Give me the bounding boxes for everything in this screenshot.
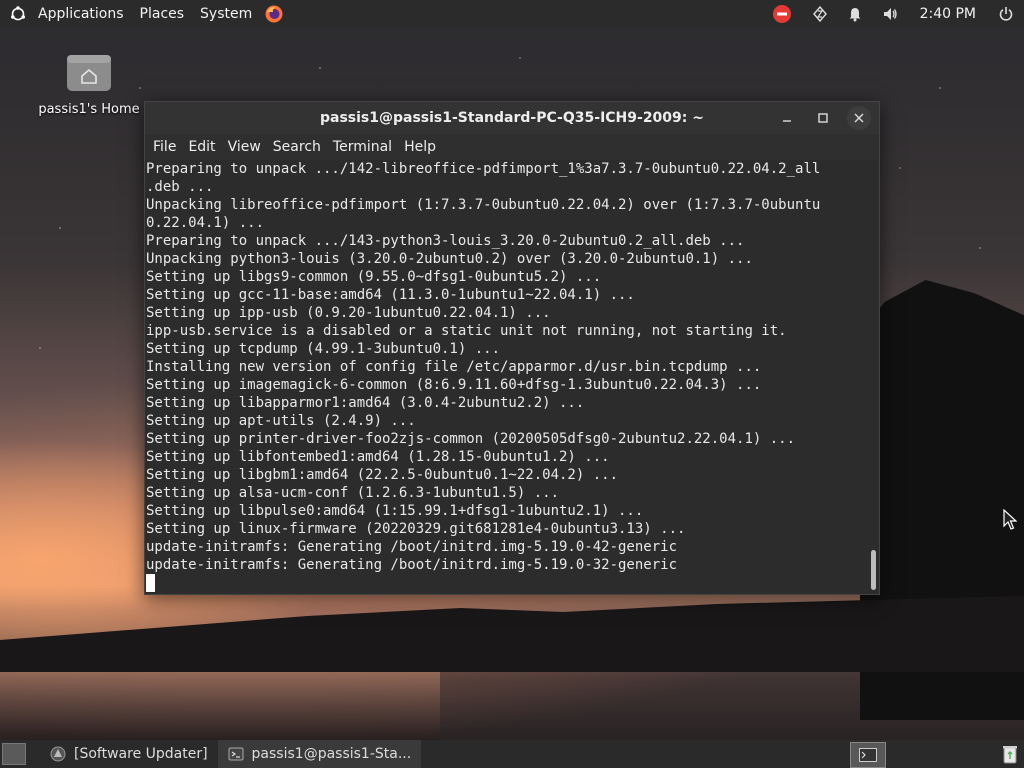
bell-icon bbox=[849, 8, 861, 22]
terminal-line: ipp-usb.service is a disabled or a stati… bbox=[146, 323, 787, 339]
terminal-line: Setting up libgbm1:amd64 (22.2.5-0ubuntu… bbox=[146, 467, 619, 483]
task-label: passis1@passis1-Sta... bbox=[251, 746, 412, 762]
menu-view[interactable]: View bbox=[222, 139, 267, 155]
terminal-line: Preparing to unpack .../143-python3-loui… bbox=[146, 233, 745, 249]
terminal-line: Setting up linux-firmware (20220329.git6… bbox=[146, 521, 686, 537]
network-indicator[interactable] bbox=[802, 0, 838, 28]
power-indicator[interactable] bbox=[988, 0, 1024, 28]
system-tray: 2:40 PM bbox=[762, 0, 1024, 28]
menu-terminal[interactable]: Terminal bbox=[327, 139, 398, 155]
terminal-title: passis1@passis1-Standard-PC-Q35-ICH9-200… bbox=[319, 110, 704, 126]
menu-edit[interactable]: Edit bbox=[182, 139, 221, 155]
terminal-line: Setting up printer-driver-foo2zjs-common… bbox=[146, 431, 796, 447]
text-cursor bbox=[146, 574, 155, 592]
wallpaper-ridge bbox=[0, 596, 1024, 672]
close-icon bbox=[854, 113, 864, 123]
terminal-line: Setting up libfontembed1:amd64 (1.28.15-… bbox=[146, 449, 610, 465]
terminal-output[interactable]: Preparing to unpack .../142-libreoffice-… bbox=[145, 160, 866, 594]
ubuntu-logo-icon[interactable] bbox=[10, 6, 26, 22]
terminal-line: 0.22.04.1) ... bbox=[146, 215, 265, 231]
terminal-line: Setting up libgs9-common (9.55.0~dfsg1-0… bbox=[146, 269, 602, 285]
task-software-updater[interactable]: [Software Updater] bbox=[40, 740, 218, 768]
menu-places[interactable]: Places bbox=[132, 0, 193, 28]
terminal-line: Unpacking libreoffice-pdfimport (1:7.3.7… bbox=[146, 197, 821, 213]
terminal-line: Setting up libapparmor1:amd64 (3.0.4-2ub… bbox=[146, 395, 585, 411]
menu-system[interactable]: System bbox=[192, 0, 260, 28]
terminal-line: .deb ... bbox=[146, 179, 214, 195]
terminal-line: Setting up alsa-ucm-conf (1.2.6.3-1ubunt… bbox=[146, 485, 560, 501]
menu-search[interactable]: Search bbox=[267, 139, 327, 155]
notifications-indicator[interactable] bbox=[838, 0, 872, 28]
terminal-line: update-initramfs: Generating /boot/initr… bbox=[146, 539, 678, 555]
menu-help[interactable]: Help bbox=[398, 139, 442, 155]
software-updater-icon bbox=[50, 746, 66, 762]
minimize-icon bbox=[783, 120, 791, 122]
stop-update-icon bbox=[772, 5, 791, 23]
terminal-scrollbar[interactable] bbox=[871, 550, 876, 590]
maximize-icon bbox=[818, 113, 828, 123]
workspace-switcher[interactable] bbox=[850, 742, 886, 768]
top-panel: Applications Places System 2:40 PM bbox=[0, 0, 1024, 28]
desktop-home-folder[interactable]: passis1's Home bbox=[34, 52, 144, 117]
terminal-line: Setting up libpulse0:amd64 (1:15.99.1+df… bbox=[146, 503, 644, 519]
desktop-home-label: passis1's Home bbox=[38, 102, 140, 117]
terminal-line: Preparing to unpack .../142-libreoffice-… bbox=[146, 161, 821, 177]
terminal-line: update-initramfs: Generating /boot/initr… bbox=[146, 557, 678, 573]
terminal-app-icon bbox=[228, 747, 244, 761]
mouse-pointer-icon bbox=[1003, 509, 1017, 530]
terminal-line: Setting up imagemagick-6-common (8:6.9.1… bbox=[146, 377, 762, 393]
terminal-menubar: File Edit View Search Terminal Help bbox=[145, 134, 879, 160]
network-icon bbox=[812, 6, 827, 22]
firefox-icon[interactable] bbox=[264, 4, 284, 24]
maximize-button[interactable] bbox=[811, 106, 835, 130]
menu-file[interactable]: File bbox=[147, 139, 182, 155]
update-indicator[interactable] bbox=[762, 0, 802, 28]
terminal-line: Setting up tcpdump (4.99.1-3ubuntu0.1) .… bbox=[146, 341, 501, 357]
home-folder-icon bbox=[67, 55, 111, 91]
terminal-thumbnail-icon bbox=[859, 748, 877, 762]
terminal-line: Setting up ipp-usb (0.9.20-1ubuntu0.22.0… bbox=[146, 305, 551, 321]
terminal-line: Setting up apt-utils (2.4.9) ... bbox=[146, 413, 416, 429]
terminal-line: Unpacking python3-louis (3.20.0-2ubuntu0… bbox=[146, 251, 753, 267]
clock[interactable]: 2:40 PM bbox=[908, 6, 988, 22]
show-desktop-button[interactable] bbox=[2, 743, 26, 765]
power-icon bbox=[999, 7, 1013, 21]
window-controls bbox=[775, 106, 871, 130]
task-label: [Software Updater] bbox=[74, 746, 208, 762]
terminal-prompt-line[interactable] bbox=[146, 574, 866, 592]
terminal-window[interactable]: passis1@passis1-Standard-PC-Q35-ICH9-200… bbox=[144, 101, 880, 595]
terminal-line: Setting up gcc-11-base:amd64 (11.3.0-1ub… bbox=[146, 287, 635, 303]
minimize-button[interactable] bbox=[775, 106, 799, 130]
trash-icon[interactable] bbox=[1002, 744, 1018, 764]
volume-indicator[interactable] bbox=[872, 0, 908, 28]
volume-icon bbox=[883, 8, 897, 20]
task-terminal[interactable]: passis1@passis1-Sta... bbox=[217, 740, 422, 768]
close-button[interactable] bbox=[847, 106, 871, 130]
terminal-line: Installing new version of config file /e… bbox=[146, 359, 762, 375]
menu-applications[interactable]: Applications bbox=[30, 0, 132, 28]
terminal-titlebar[interactable]: passis1@passis1-Standard-PC-Q35-ICH9-200… bbox=[145, 102, 879, 134]
